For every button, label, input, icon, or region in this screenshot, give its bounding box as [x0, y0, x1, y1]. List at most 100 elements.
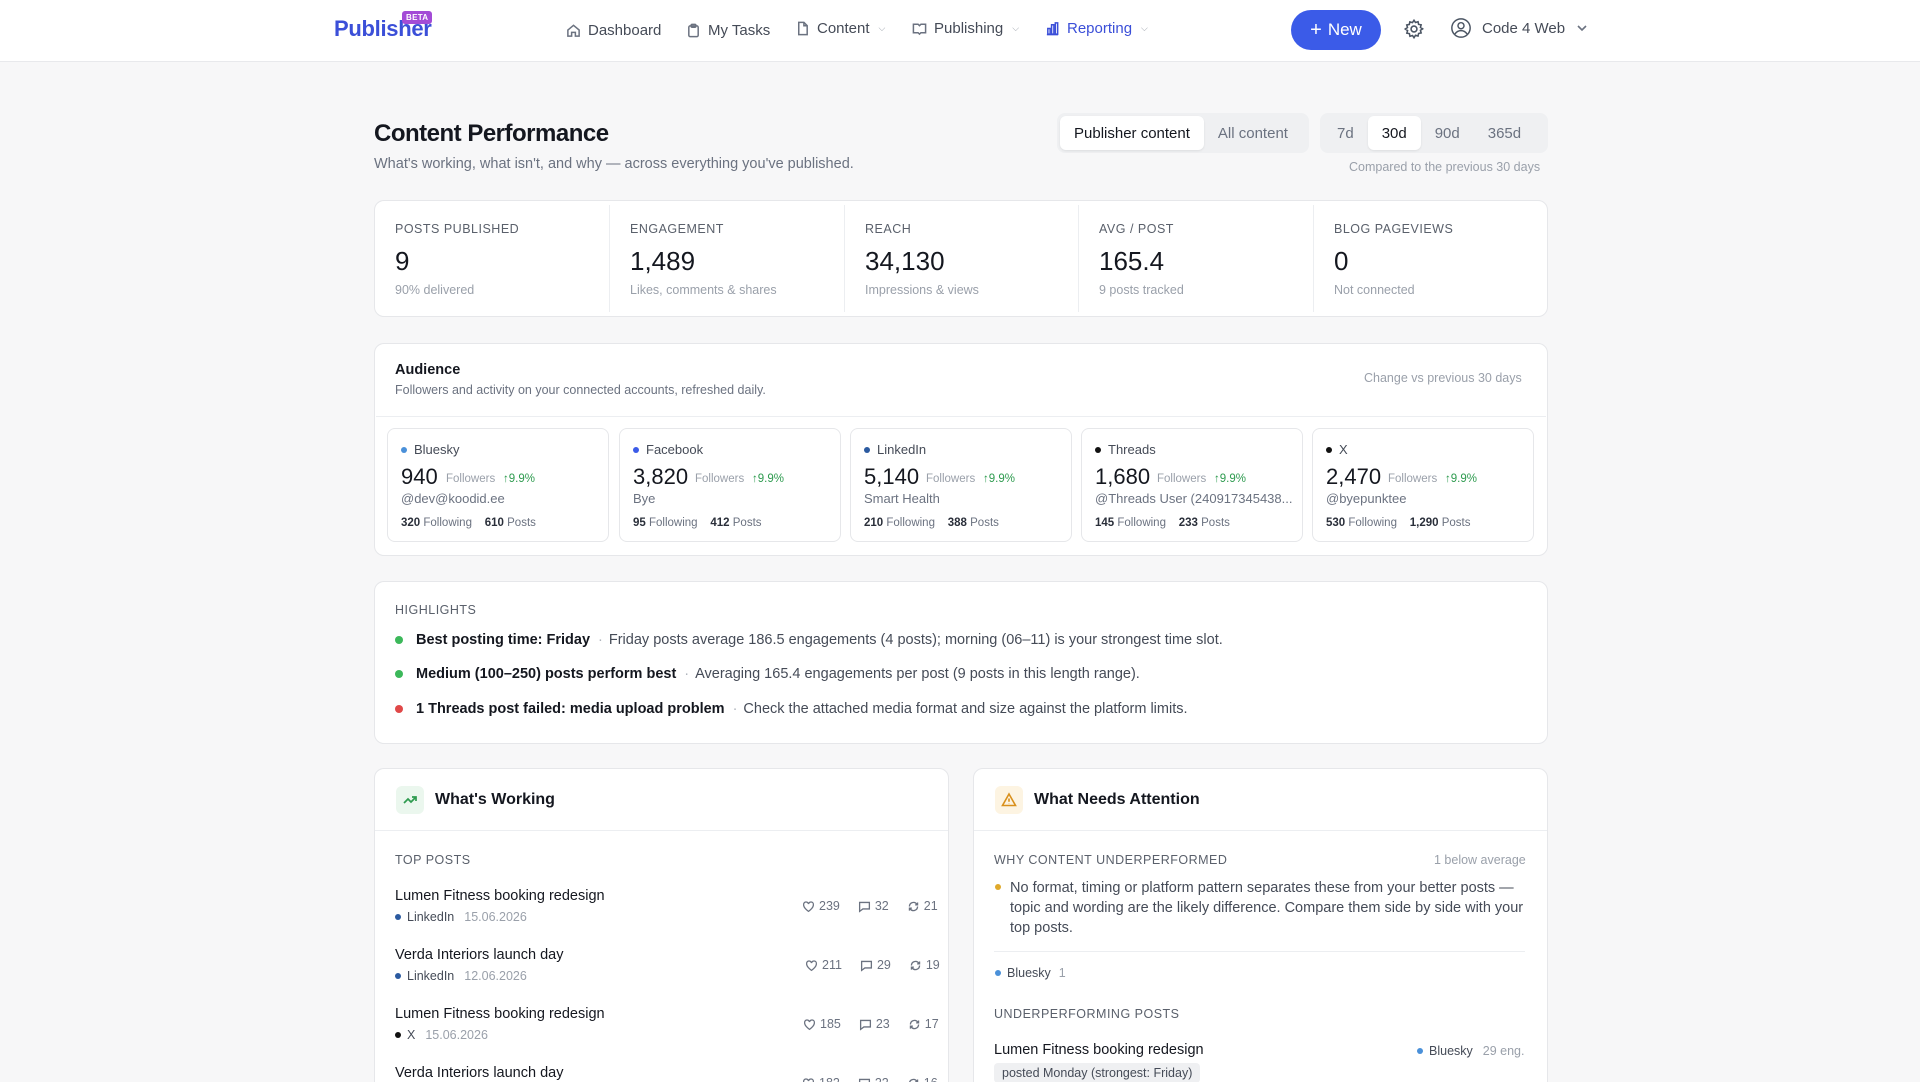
top-post-title[interactable]: Verda Interiors launch day — [395, 1065, 563, 1081]
change-badge: ↑9.9% — [1214, 473, 1246, 485]
heart-icon — [802, 1077, 815, 1082]
divider — [994, 951, 1525, 952]
repost-icon — [908, 1078, 918, 1082]
account-card-bluesky[interactable]: Bluesky 940 Followers ↑9.9% @dev@koodid.… — [387, 428, 609, 542]
status-dot — [395, 705, 403, 713]
comment-icon — [858, 1078, 870, 1082]
heart-icon — [805, 959, 818, 971]
change-badge: ↑9.9% — [752, 473, 784, 485]
comment-icon — [860, 960, 872, 972]
range-90d[interactable]: 90d — [1421, 116, 1474, 150]
change-badge: ↑9.9% — [1445, 473, 1477, 485]
kpi-avg-post: Avg / post 165.4 9 posts tracked — [1099, 222, 1184, 297]
top-posts-caption: TOP POSTS — [395, 853, 471, 867]
account-menu[interactable]: Code 4 Web — [1450, 17, 1589, 39]
heart-icon — [802, 900, 815, 912]
top-post-title[interactable]: Verda Interiors launch day — [395, 947, 563, 963]
comment-icon — [859, 1019, 871, 1031]
kpi-posts-published: Posts published 9 90% delivered — [395, 222, 520, 297]
highlights-card — [374, 581, 1548, 744]
audience-subtitle: Followers and activity on your connected… — [395, 383, 766, 397]
divider — [974, 830, 1547, 831]
network-dot — [1095, 446, 1101, 453]
top-post-title[interactable]: Lumen Fitness booking redesign — [395, 888, 605, 904]
book-open-icon — [912, 23, 927, 35]
highlight-item: Best posting time: Friday · Friday posts a… — [395, 632, 1223, 648]
top-post-title[interactable]: Lumen Fitness booking redesign — [395, 1006, 605, 1022]
trending-up-icon — [396, 786, 424, 814]
account-card-linkedin[interactable]: LinkedIn 5,140 Followers ↑9.9% Smart Hea… — [850, 428, 1072, 542]
post-stats: 182 22 16 — [802, 1076, 938, 1082]
below-average-count: 1 below average — [1434, 853, 1526, 867]
underperforming-posts-caption: UNDERPERFORMING POSTS — [994, 1007, 1180, 1021]
scope-toggle: Publisher content All content — [1057, 113, 1309, 153]
range-365d[interactable]: 365d — [1474, 116, 1535, 150]
post-meta: LinkedIn 15.06.2026 — [395, 910, 527, 924]
plus-icon: + — [1310, 19, 1322, 41]
nav-content[interactable]: Content ⌵ — [795, 17, 885, 39]
gear-icon[interactable] — [1403, 18, 1425, 40]
new-button[interactable]: + New — [1291, 10, 1381, 50]
bar-chart-icon — [1046, 21, 1059, 35]
scope-publisher-content[interactable]: Publisher content — [1060, 116, 1204, 150]
nav-reporting[interactable]: Reporting ⌵ — [1045, 17, 1148, 39]
change-badge: ↑9.9% — [503, 473, 535, 485]
nav-dashboard[interactable]: Dashboard — [566, 19, 661, 41]
warning-icon — [995, 786, 1023, 814]
underperformed-reason: No format, timing or platform pattern se… — [1010, 880, 1524, 936]
underperformed-caption: WHY CONTENT UNDERPERFORMED — [994, 853, 1228, 867]
page-title: Content Performance — [374, 120, 609, 147]
account-card-facebook[interactable]: Facebook 3,820 Followers ↑9.9% Bye 95 Fo… — [619, 428, 841, 542]
status-dot — [395, 670, 403, 678]
chevron-down-icon: ⌵ — [1012, 22, 1020, 33]
network-dot — [864, 446, 870, 453]
status-dot — [395, 636, 403, 644]
repost-icon — [909, 1019, 919, 1029]
repost-icon — [908, 901, 918, 911]
post-meta: Bluesky 29 eng. — [1417, 1044, 1525, 1058]
range-30d[interactable]: 30d — [1367, 116, 1421, 150]
highlight-item: 1 Threads post failed: media upload prob… — [395, 701, 1188, 717]
post-stats: 211 29 19 — [805, 958, 940, 972]
top-nav: Publisher BETA Dashboard My Tasks Conten… — [0, 0, 1920, 62]
post-stats: 185 23 17 — [803, 1017, 939, 1031]
document-icon — [798, 21, 808, 35]
post-meta: LinkedIn 12.06.2026 — [395, 969, 527, 983]
post-tag: posted Monday (strongest: Friday) — [994, 1063, 1201, 1082]
range-7d[interactable]: 7d — [1323, 116, 1368, 150]
home-icon — [567, 23, 580, 37]
account-card-x[interactable]: X 2,470 Followers ↑9.9% @byepunktee 530 … — [1312, 428, 1534, 542]
account-card-threads[interactable]: Threads 1,680 Followers ↑9.9% @Threads U… — [1081, 428, 1303, 542]
change-badge: ↑9.9% — [983, 473, 1015, 485]
comparison-note: Compared to the previous 30 days — [1349, 160, 1541, 174]
kpi-blog-pageviews: Blog pageviews 0 Not connected — [1334, 222, 1454, 297]
kpi-engagement: Engagement 1,489 Likes, comments & share… — [630, 222, 777, 297]
audience-title: Audience — [395, 362, 461, 378]
range-toggle: 7d 30d 90d 365d — [1320, 113, 1548, 153]
chevron-down-icon: ⌵ — [1141, 22, 1148, 33]
beta-badge: BETA — [402, 11, 433, 24]
user-avatar-icon — [1451, 18, 1471, 38]
platform-breakdown: Bluesky 1 — [995, 966, 1066, 980]
network-dot — [633, 446, 639, 453]
status-dot — [995, 884, 1001, 890]
whats-working-title: What's Working — [435, 791, 555, 808]
nav-publishing[interactable]: Publishing ⌵ — [912, 17, 1019, 39]
audience-change-note: Change vs previous 30 days — [1364, 371, 1522, 385]
needs-attention-title: What Needs Attention — [1034, 791, 1200, 808]
repost-icon — [910, 960, 921, 970]
network-dot — [1326, 446, 1332, 453]
chevron-down-icon — [1577, 25, 1587, 32]
post-meta: X 15.06.2026 — [395, 1028, 488, 1042]
chevron-down-icon: ⌵ — [878, 22, 886, 33]
highlight-item: Medium (100–250) posts perform best · Aver… — [395, 666, 1140, 682]
divider — [376, 416, 1546, 417]
underperforming-post-title[interactable]: Lumen Fitness booking redesign — [994, 1042, 1204, 1058]
scope-all-content[interactable]: All content — [1204, 116, 1302, 150]
nav-my-tasks[interactable]: My Tasks — [686, 19, 770, 41]
network-dot — [401, 446, 407, 453]
page-subtitle: What's working, what isn't, and why — ac… — [374, 156, 854, 172]
highlights-title: HIGHLIGHTS — [395, 603, 477, 617]
divider — [375, 830, 948, 831]
post-stats: 239 32 21 — [802, 899, 938, 913]
